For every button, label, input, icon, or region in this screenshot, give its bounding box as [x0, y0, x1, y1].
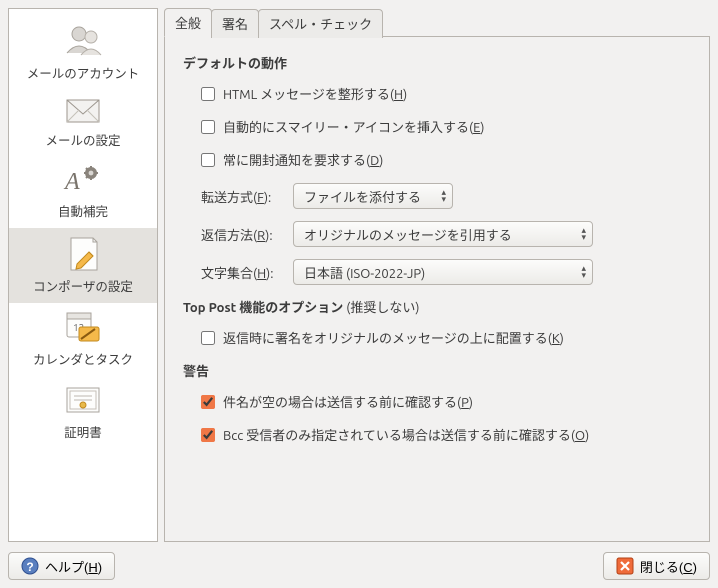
check-label: 返信時に署名をオリジナルのメッセージの上に配置する(K) [223, 328, 564, 347]
tab-spellcheck[interactable]: スペル・チェック [258, 9, 383, 38]
tab-strip: 全般 署名 スペル・チェック [164, 8, 710, 37]
reply-method-label: 返信方法(R): [201, 225, 281, 244]
sidebar-item-label: コンポーザの設定 [33, 276, 133, 295]
check-html-format-box[interactable] [201, 87, 215, 101]
content-pane: 全般 署名 スペル・チェック デフォルトの動作 HTML メッセージを整形する(… [164, 8, 710, 542]
charset-label: 文字集合(H): [201, 263, 281, 282]
help-button[interactable]: ? ヘルプ(H) [8, 552, 115, 580]
section-warnings: 警告 [183, 361, 691, 380]
tab-signature[interactable]: 署名 [211, 9, 259, 38]
sidebar-item-label: カレンダとタスク [33, 349, 133, 368]
accounts-icon [61, 23, 105, 59]
check-label: 自動的にスマイリー・アイコンを挿入する(E) [223, 117, 484, 136]
sidebar-item-autocomplete[interactable]: A 自動補完 [9, 157, 157, 228]
section-default-behavior: デフォルトの動作 [183, 53, 691, 72]
combo-value: オリジナルのメッセージを引用する [304, 225, 512, 244]
check-label: HTML メッセージを整形する(H) [223, 84, 407, 103]
sidebar-item-label: 自動補完 [58, 201, 108, 220]
check-warn-bcc[interactable]: Bcc 受信者のみ指定されている場合は送信する前に確認する(O) [201, 425, 589, 444]
sidebar-item-label: メールの設定 [45, 130, 120, 149]
sidebar-item-mail-settings[interactable]: メールの設定 [9, 90, 157, 157]
autocomplete-icon: A [61, 163, 105, 197]
check-sig-top-box[interactable] [201, 331, 215, 345]
sidebar-item-label: メールのアカウント [27, 63, 140, 82]
check-label: Bcc 受信者のみ指定されている場合は送信する前に確認する(O) [223, 425, 589, 444]
sidebar-item-mail-accounts[interactable]: メールのアカウント [9, 17, 157, 90]
section-top-post: Top Post 機能のオプション (推奨しない) [183, 297, 691, 316]
check-auto-smiley[interactable]: 自動的にスマイリー・アイコンを挿入する(E) [201, 117, 484, 136]
sidebar-item-calendar-tasks[interactable]: 12 カレンダとタスク [9, 303, 157, 376]
combo-arrows-icon: ▴▾ [441, 189, 446, 203]
footer-bar: ? ヘルプ(H) 閉じる(C) [8, 552, 710, 580]
forward-method-combo[interactable]: ファイルを添付する ▴▾ [293, 183, 453, 209]
combo-arrows-icon: ▴▾ [581, 265, 586, 279]
check-sig-top[interactable]: 返信時に署名をオリジナルのメッセージの上に配置する(K) [201, 328, 564, 347]
help-icon: ? [21, 557, 39, 575]
tab-general-pane: デフォルトの動作 HTML メッセージを整形する(H) 自動的にスマイリー・アイ… [164, 36, 710, 542]
check-warn-bcc-box[interactable] [201, 428, 215, 442]
sidebar-item-composer-settings[interactable]: コンポーザの設定 [9, 228, 157, 303]
check-warn-subject[interactable]: 件名が空の場合は送信する前に確認する(P) [201, 392, 473, 411]
close-button[interactable]: 閉じる(C) [603, 552, 710, 580]
svg-text:A: A [63, 169, 80, 195]
check-warn-subject-box[interactable] [201, 395, 215, 409]
check-auto-smiley-box[interactable] [201, 120, 215, 134]
check-html-format[interactable]: HTML メッセージを整形する(H) [201, 84, 407, 103]
sidebar-item-certificates[interactable]: 証明書 [9, 376, 157, 449]
check-read-receipt[interactable]: 常に開封通知を要求する(D) [201, 150, 383, 169]
check-read-receipt-box[interactable] [201, 153, 215, 167]
check-label: 件名が空の場合は送信する前に確認する(P) [223, 392, 473, 411]
calendar-icon: 12 [61, 309, 105, 345]
certificate-icon [61, 382, 105, 418]
check-label: 常に開封通知を要求する(D) [223, 150, 383, 169]
forward-method-label: 転送方式(F): [201, 187, 281, 206]
svg-text:?: ? [26, 560, 33, 574]
button-label: ヘルプ(H) [45, 557, 102, 576]
reply-method-combo[interactable]: オリジナルのメッセージを引用する ▴▾ [293, 221, 593, 247]
close-icon [616, 557, 634, 575]
combo-arrows-icon: ▴▾ [581, 227, 586, 241]
sidebar-item-label: 証明書 [64, 422, 102, 441]
mail-icon [61, 96, 105, 126]
charset-combo[interactable]: 日本語 (ISO-2022-JP) ▴▾ [293, 259, 593, 285]
tab-general[interactable]: 全般 [164, 8, 212, 37]
button-label: 閉じる(C) [640, 557, 697, 576]
settings-sidebar: メールのアカウント メールの設定 A 自動補完 [8, 8, 158, 542]
combo-value: ファイルを添付する [304, 187, 421, 206]
combo-value: 日本語 (ISO-2022-JP) [304, 263, 425, 282]
composer-icon [61, 234, 105, 272]
